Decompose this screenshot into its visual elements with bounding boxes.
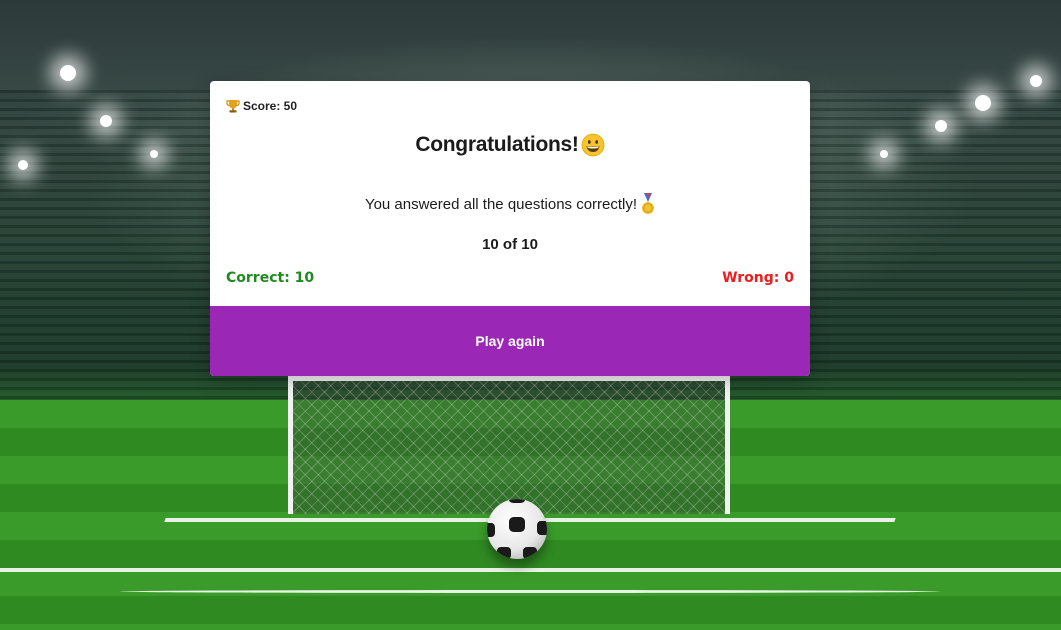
trophy-icon (226, 99, 240, 113)
goal-net (288, 376, 730, 514)
grinning-face-icon (581, 133, 605, 157)
result-title: Congratulations! (210, 133, 810, 157)
pitch-line (120, 590, 940, 593)
soccer-ball-icon (487, 499, 547, 559)
results-card: Score: 50 Congratulations! You answered … (210, 81, 810, 376)
pitch-line (0, 568, 1061, 572)
result-message: You answered all the questions correctly… (210, 193, 810, 215)
play-again-button[interactable]: Play again (210, 306, 810, 376)
score-label: Score: 50 (243, 99, 298, 113)
floodlight (880, 150, 888, 158)
floodlight (935, 120, 947, 132)
medal-icon (641, 193, 655, 215)
floodlight (1030, 75, 1042, 87)
correct-count: Correct: 10 (226, 270, 315, 286)
floodlight (975, 95, 991, 111)
message-text: You answered all the questions correctly… (364, 195, 638, 213)
floodlight (150, 150, 158, 158)
title-text: Congratulations! (415, 133, 579, 156)
floodlight (18, 160, 28, 170)
floodlight (100, 115, 112, 127)
tally-text: 10 of 10 (482, 236, 538, 253)
floodlight (60, 65, 76, 81)
score-display: Score: 50 (226, 99, 297, 113)
wrong-count: Wrong: 0 (722, 270, 794, 286)
